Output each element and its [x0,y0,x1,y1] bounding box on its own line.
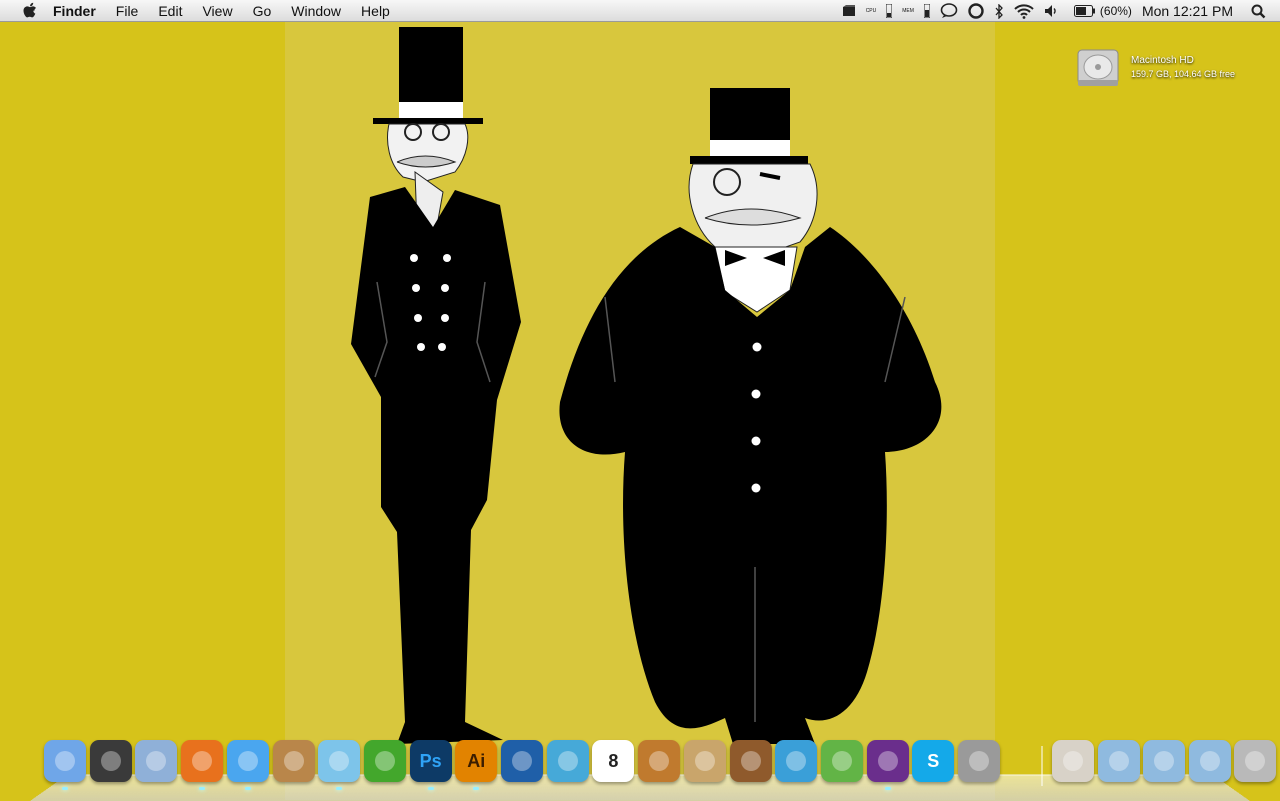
share-icon [831,751,852,771]
dock-garageband[interactable] [638,740,681,782]
running-indicator [199,787,206,790]
running-indicator [473,787,480,790]
thin-gentleman-illustration [351,27,521,744]
firefox-icon [192,751,213,771]
cpu-label: CPU [865,7,877,14]
clock[interactable]: Mon 12:21 PM [1142,3,1233,19]
w-icon [786,751,807,771]
dock-finder[interactable] [44,740,86,782]
menu-go[interactable]: Go [253,3,272,19]
dock-front-row[interactable] [866,740,909,782]
dock-applications[interactable] [1097,740,1140,782]
dock-ichat[interactable] [226,740,269,782]
dock-photoshop[interactable]: Ps [409,740,452,782]
menu-bar: Finder File Edit View Go Window Help CPU… [0,0,1280,22]
gear-icon [969,751,989,771]
hard-drive-info: 159.7 GB, 104.64 GB free [1131,69,1236,79]
volume-icon[interactable] [1044,4,1060,18]
frame-icon [877,751,898,771]
bluetooth-icon[interactable] [994,3,1004,19]
address-book-icon [283,751,304,771]
trash-icon [1245,751,1265,771]
running-indicator [62,787,68,790]
spotlight-search-icon[interactable] [1251,4,1266,19]
dock-system-preferences[interactable] [958,740,1000,782]
hard-drive-name[interactable]: Macintosh HD [1131,55,1194,66]
running-indicator [884,787,891,790]
dock-itunes[interactable] [318,740,361,782]
cpu-bar-icon [886,4,893,18]
photoshop-icon: Ps [419,750,442,771]
dock-mail[interactable] [135,740,178,782]
ichat-icon [237,751,258,771]
dock-documents[interactable] [1143,740,1185,782]
apple-icon[interactable] [19,2,39,19]
dock-leaf-app[interactable] [363,740,406,782]
status-menus: CPU MEM (60%) Mon 12:21 PM [832,0,1280,22]
hard-drive-icon[interactable] [1074,44,1122,92]
dock-iphoto[interactable] [729,740,772,782]
preview-icon [694,751,715,771]
dashboard-icon [100,751,121,771]
dock-downloads[interactable] [1188,740,1231,782]
wifi-icon[interactable] [1014,3,1034,19]
dock-separator [1041,746,1043,786]
dock-address-book[interactable] [272,740,315,782]
illustrator-icon: Ai [467,750,486,771]
guitar-icon [649,751,670,771]
menu-app-finder[interactable]: Finder [53,3,96,19]
menu-help[interactable]: Help [361,3,390,19]
battery-percent[interactable]: (60%) [1100,4,1132,18]
speech-bubble-icon[interactable] [940,3,958,19]
circle-icon[interactable] [968,3,984,19]
dock: Ps Ai 8 S [40,740,1276,790]
menu-file[interactable]: File [116,3,139,19]
mem-bar-icon [923,4,930,18]
dock-skype[interactable]: S [912,740,955,782]
running-indicator [427,787,434,790]
calendar-icon: 8 [608,750,619,771]
battery-icon[interactable] [1073,5,1096,17]
downloads-folder-icon [1199,751,1220,771]
mem-label: MEM [902,7,914,14]
leaf-icon [374,751,395,771]
dock-preview[interactable] [683,740,726,782]
cpu-meter[interactable]: CPU [865,7,877,14]
dock-tasks[interactable] [501,740,543,782]
menu-window[interactable]: Window [291,3,341,19]
dock-illustrator[interactable]: Ai [455,740,498,782]
applications-folder-icon [1108,751,1129,771]
wallpaper-illustration-gentlemen [351,27,942,744]
mail-stamp-icon [146,751,167,771]
documents-folder-icon [1154,751,1174,771]
dock-firefox[interactable] [181,740,224,782]
ticket-icon[interactable] [842,4,856,18]
menu-view[interactable]: View [202,3,232,19]
iphoto-icon [740,751,761,771]
running-indicator [244,787,251,790]
dock-wunderlist[interactable] [775,740,818,782]
skype-icon: S [927,750,940,771]
dock-dashboard[interactable] [89,740,132,782]
itunes-icon [329,751,350,771]
checkbox-icon [512,751,532,771]
desktop-wallpaper [285,22,995,800]
mem-meter[interactable]: MEM [902,7,914,14]
finder-icon [55,751,75,771]
home-icon [1063,751,1083,771]
fat-gentleman-illustration [559,88,942,744]
menu-edit[interactable]: Edit [158,3,182,19]
dock-linkinus[interactable] [820,740,863,782]
dock-alarm[interactable] [546,740,589,782]
dock-ical[interactable]: 8 [592,740,635,782]
alarm-icon [557,751,578,771]
dock-trash[interactable] [1234,740,1276,782]
dock-home[interactable] [1052,740,1094,782]
running-indicator [336,787,343,790]
